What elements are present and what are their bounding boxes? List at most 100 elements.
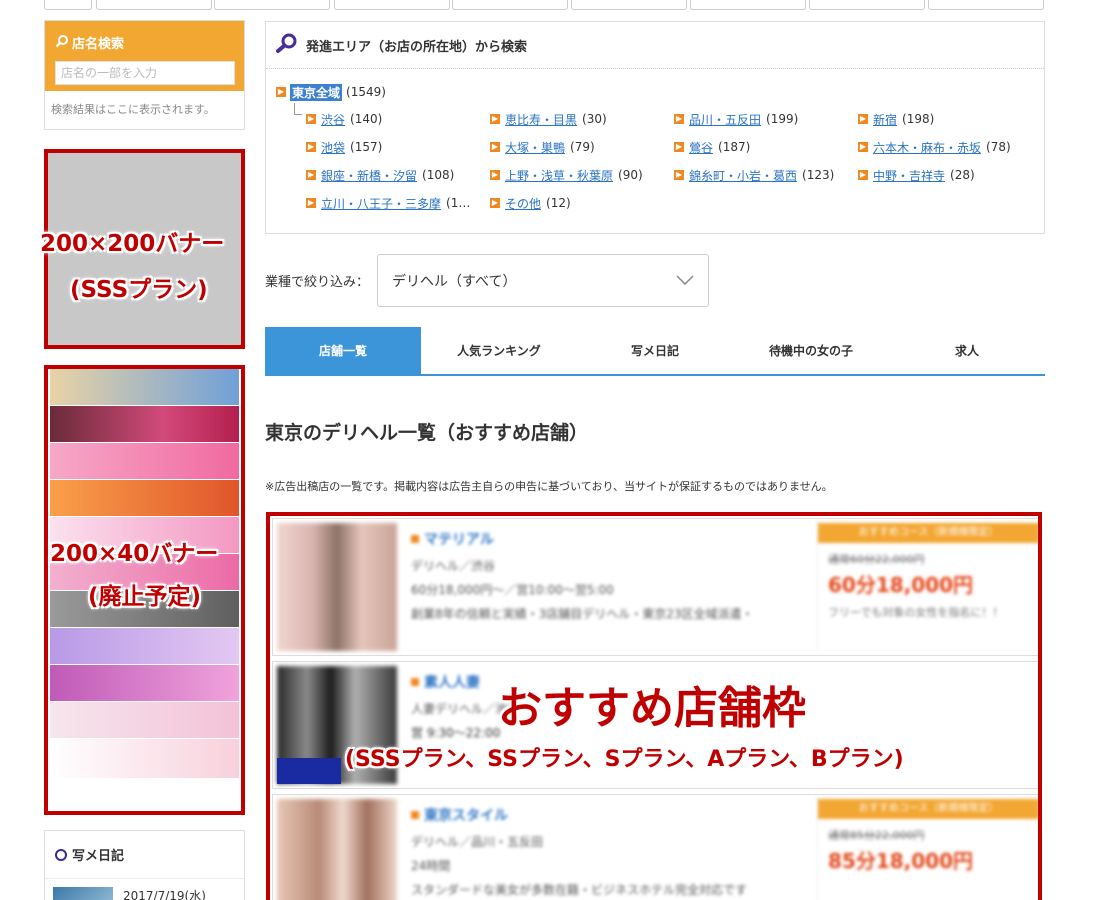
area-link[interactable]: 大塚・巣鴨 bbox=[505, 139, 565, 156]
banner-200x40[interactable] bbox=[50, 702, 239, 739]
tab-jobs[interactable]: 求人 bbox=[889, 327, 1045, 374]
shop-search-input[interactable] bbox=[55, 61, 235, 85]
category-select-value: デリヘル（すべて） bbox=[392, 273, 517, 290]
tree-connector bbox=[294, 103, 302, 115]
arrow-right-icon: ▶ bbox=[306, 170, 316, 180]
area-item[interactable]: ▶ 品川・五反田 (199) bbox=[674, 109, 858, 129]
area-item[interactable]: ▶ 渋谷 (140) bbox=[306, 109, 490, 129]
banner-200x40-status-annotation: (廃止予定) bbox=[88, 584, 202, 610]
area-search-box: 発進エリア（お店の所在地）から検索 ▶ 東京全域 (1549) ▶ 渋谷 (140)… bbox=[265, 21, 1045, 234]
top-nav-item[interactable] bbox=[452, 0, 568, 10]
magnifier-icon bbox=[276, 33, 298, 57]
top-nav-item[interactable] bbox=[809, 0, 925, 10]
area-link[interactable]: 銀座・新橋・汐留 bbox=[321, 167, 417, 184]
shop-description: スタンダードな美女が多数在籍・ビジネスホテル完全対応です bbox=[411, 883, 748, 897]
area-count: (187) bbox=[718, 140, 751, 154]
area-link[interactable]: 六本木・麻布・赤坂 bbox=[873, 139, 981, 156]
area-link[interactable]: その他 bbox=[505, 195, 541, 212]
area-item[interactable]: ▶ 上野・浅草・秋葉原 (90) bbox=[490, 165, 674, 185]
top-nav-item[interactable] bbox=[44, 0, 92, 10]
shop-card[interactable]: 東京スタイル デリヘル／品川・五反田 24時間 スタンダードな美女が多数在籍・ビ… bbox=[272, 794, 1038, 900]
area-link[interactable]: 鶯谷 bbox=[689, 139, 713, 156]
shop-name[interactable]: 東京スタイル bbox=[411, 805, 807, 825]
area-link[interactable]: 立川・八王子・三多摩 bbox=[321, 195, 441, 212]
top-nav-item[interactable] bbox=[334, 0, 450, 10]
area-count: (1… bbox=[446, 196, 471, 210]
photo-diary-entry[interactable]: 2017/7/19(水) bbox=[45, 879, 244, 900]
banner-200x40[interactable] bbox=[50, 628, 239, 665]
area-item[interactable]: ▶ 錦糸町・小岩・葛西 (123) bbox=[674, 165, 858, 185]
shop-name[interactable]: マテリアル bbox=[411, 529, 807, 549]
area-link[interactable]: 恵比寿・目黒 bbox=[505, 111, 577, 128]
area-count: (28) bbox=[950, 168, 975, 182]
recommended-shops-annotation: おすすめ店舗枠 bbox=[498, 683, 806, 734]
arrow-right-icon: ▶ bbox=[276, 87, 286, 97]
area-link[interactable]: 池袋 bbox=[321, 139, 345, 156]
shop-photo[interactable] bbox=[277, 799, 397, 900]
top-nav-item[interactable] bbox=[690, 0, 806, 10]
search-icon bbox=[55, 34, 69, 52]
price-regular: 通常60分22,000円 bbox=[828, 553, 925, 566]
shop-hours: 60分18,000円～／営10:00～翌5:00 bbox=[411, 583, 614, 597]
tab-ranking[interactable]: 人気ランキング bbox=[421, 327, 577, 374]
banner-200x40[interactable] bbox=[50, 406, 239, 443]
area-root-link[interactable]: 東京全域 bbox=[290, 83, 343, 101]
area-count: (78) bbox=[986, 140, 1011, 154]
banner-200x40[interactable] bbox=[50, 443, 239, 480]
price-special: 60分18,000円 bbox=[828, 573, 974, 597]
top-nav-item[interactable] bbox=[928, 0, 1044, 10]
area-count: (90) bbox=[618, 168, 643, 182]
top-nav-item[interactable] bbox=[214, 0, 330, 10]
circle-icon bbox=[55, 848, 67, 861]
area-item[interactable]: ▶ その他 (12) bbox=[490, 193, 674, 213]
tab-waiting-girls[interactable]: 待機中の女の子 bbox=[733, 327, 889, 374]
shop-name-text: マテリアル bbox=[424, 532, 494, 548]
area-item[interactable]: ▶ 銀座・新橋・汐留 (108) bbox=[306, 165, 490, 185]
area-item[interactable]: ▶ 恵比寿・目黒 (30) bbox=[490, 109, 674, 129]
area-item[interactable]: ▶ 池袋 (157) bbox=[306, 137, 490, 157]
square-bullet-icon bbox=[411, 811, 419, 819]
arrow-right-icon: ▶ bbox=[674, 142, 684, 152]
area-link[interactable]: 中野・吉祥寺 bbox=[873, 167, 945, 184]
top-nav-item[interactable] bbox=[96, 0, 212, 10]
arrow-right-icon: ▶ bbox=[490, 114, 500, 124]
shop-search-title: 店名検索 bbox=[55, 33, 234, 52]
area-item[interactable]: ▶ 鶯谷 (187) bbox=[674, 137, 858, 157]
area-count: (30) bbox=[582, 112, 607, 126]
area-link[interactable]: 錦糸町・小岩・葛西 bbox=[689, 167, 797, 184]
category-select[interactable]: デリヘル（すべて） bbox=[377, 254, 710, 307]
area-link[interactable]: 品川・五反田 bbox=[689, 111, 761, 128]
area-link[interactable]: 渋谷 bbox=[321, 111, 345, 128]
area-search-header: 発進エリア（お店の所在地）から検索 bbox=[266, 22, 1044, 69]
area-item[interactable]: ▶ 中野・吉祥寺 (28) bbox=[858, 165, 1048, 185]
price-regular: 通常85分22,000円 bbox=[828, 829, 925, 842]
top-nav bbox=[44, 0, 1044, 10]
shop-card[interactable]: マテリアル デリヘル／渋谷 60分18,000円～／営10:00～翌5:00 創… bbox=[272, 518, 1038, 656]
area-item[interactable]: ▶ 大塚・巣鴨 (79) bbox=[490, 137, 674, 157]
area-link[interactable]: 新宿 bbox=[873, 111, 897, 128]
category-filter-label: 業種で絞り込み： bbox=[265, 275, 370, 290]
photo-diary-thumbnail[interactable] bbox=[53, 887, 113, 900]
banner-200x40[interactable] bbox=[50, 369, 239, 406]
area-item[interactable]: ▶ 新宿 (198) bbox=[858, 109, 1048, 129]
shop-photo[interactable] bbox=[277, 523, 397, 651]
banner-200x40[interactable] bbox=[50, 739, 239, 779]
price-tag: おすすめコース（新規様限定） bbox=[818, 799, 1038, 819]
photo-diary-header: 写メ日記 bbox=[45, 831, 244, 879]
area-item[interactable]: ▶ 六本木・麻布・赤坂 (78) bbox=[858, 137, 1048, 157]
area-link[interactable]: 上野・浅草・秋葉原 bbox=[505, 167, 613, 184]
banner-200x40[interactable] bbox=[50, 480, 239, 517]
page-title: 東京のデリヘル一覧（おすすめ店舗） bbox=[265, 422, 589, 444]
tab-shop-list[interactable]: 店舗一覧 bbox=[265, 327, 421, 374]
arrow-right-icon: ▶ bbox=[674, 170, 684, 180]
shop-price: おすすめコース（新規様限定） 通常85分22,000円 85分18,000円 bbox=[817, 795, 1038, 900]
banner-200x40[interactable] bbox=[50, 665, 239, 702]
price-tag: おすすめコース（新規様限定） bbox=[818, 523, 1038, 543]
arrow-right-icon: ▶ bbox=[858, 114, 868, 124]
area-item[interactable]: ▶ 立川・八王子・三多摩 (1… bbox=[306, 193, 490, 213]
arrow-right-icon: ▶ bbox=[858, 170, 868, 180]
arrow-right-icon: ▶ bbox=[674, 114, 684, 124]
tab-photo-diary[interactable]: 写メ日記 bbox=[577, 327, 733, 374]
shop-category: デリヘル／品川・五反田 bbox=[411, 835, 544, 849]
top-nav-item[interactable] bbox=[571, 0, 687, 10]
